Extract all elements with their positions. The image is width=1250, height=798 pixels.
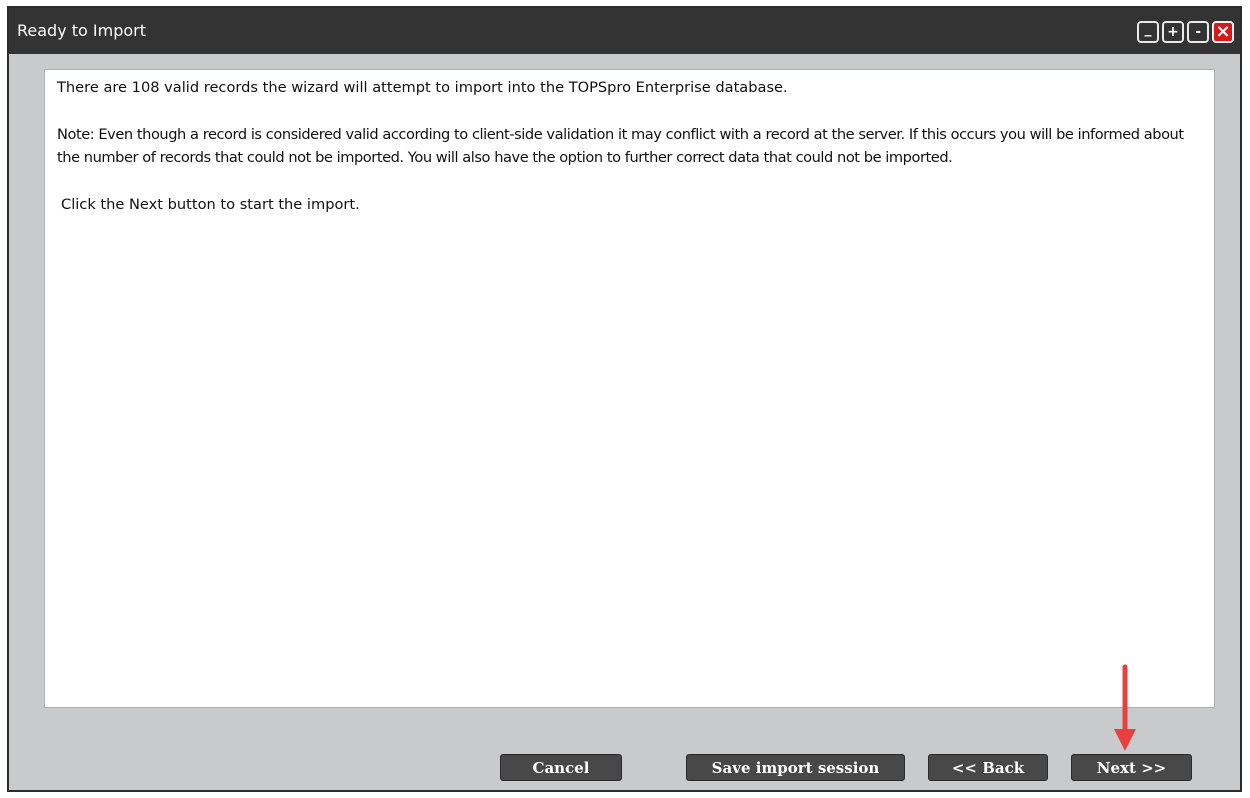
validation-note: Note: Even though a record is considered… <box>57 125 1184 167</box>
close-icon: × <box>1215 21 1231 42</box>
cancel-button[interactable]: Cancel <box>500 754 622 781</box>
window-controls: _ + - × <box>1137 21 1234 43</box>
plus-icon: + <box>1167 24 1179 40</box>
minus-icon: - <box>1195 24 1201 40</box>
minimize-icon: _ <box>1144 21 1152 37</box>
wizard-buttons: Cancel Save import session << Back Next … <box>9 754 1240 782</box>
zoom-out-button[interactable]: - <box>1187 21 1209 43</box>
annotation-arrow-icon <box>1114 664 1136 751</box>
window-title: Ready to Import <box>17 21 147 40</box>
import-wizard-window: Ready to Import _ + - × There are 108 va… <box>7 6 1242 792</box>
title-bar[interactable]: Ready to Import _ + - × <box>9 8 1240 54</box>
next-button[interactable]: Next >> <box>1071 754 1192 781</box>
message-panel: There are 108 valid records the wizard w… <box>44 69 1215 708</box>
next-instruction: Click the Next button to start the impor… <box>61 195 360 213</box>
valid-records-message: There are 108 valid records the wizard w… <box>57 79 788 96</box>
save-import-session-button[interactable]: Save import session <box>686 754 905 781</box>
close-button[interactable]: × <box>1212 21 1234 43</box>
minimize-button[interactable]: _ <box>1137 21 1159 43</box>
zoom-in-button[interactable]: + <box>1162 21 1184 43</box>
back-button[interactable]: << Back <box>928 754 1048 781</box>
